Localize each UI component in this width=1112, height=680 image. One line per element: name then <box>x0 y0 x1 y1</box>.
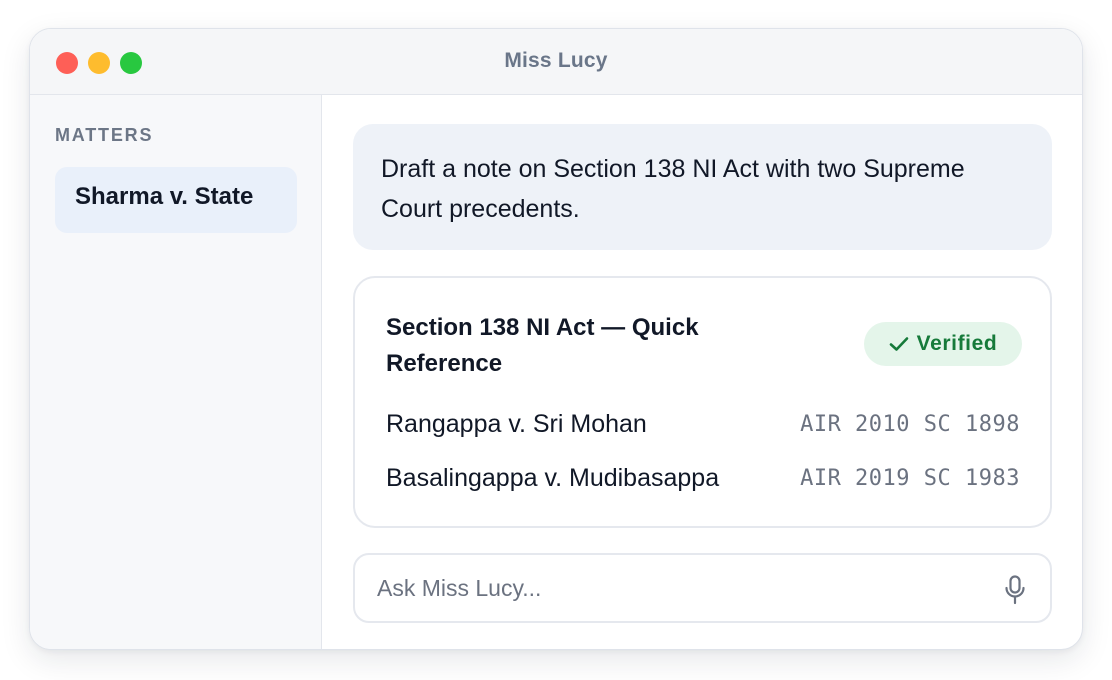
case-citation: AIR 2019 SC 1983 <box>800 465 1020 491</box>
verified-badge: Verified <box>864 322 1022 366</box>
case-name: Rangappa v. Sri Mohan <box>386 409 647 438</box>
sidebar-item-sharma-v-state[interactable]: Sharma v. State <box>55 167 297 233</box>
answer-card: Section 138 NI Act — Quick Reference Ver… <box>353 276 1052 528</box>
case-row: Basalingappa v. Mudibasappa AIR 2019 SC … <box>386 461 1020 495</box>
title-bar: Miss Lucy <box>30 29 1082 95</box>
sidebar-heading: MATTERS <box>55 125 154 145</box>
user-message: Draft a note on Section 138 NI Act with … <box>353 124 1052 250</box>
chat-area: Draft a note on Section 138 NI Act with … <box>322 95 1082 649</box>
verified-badge-label: Verified <box>916 332 998 355</box>
window-title: Miss Lucy <box>504 49 608 72</box>
case-name: Basalingappa v. Mudibasappa <box>386 463 720 492</box>
sidebar: MATTERS Sharma v. State <box>30 95 322 649</box>
microphone-icon[interactable] <box>1004 575 1026 605</box>
check-icon <box>889 337 908 351</box>
app-window: Miss Lucy MATTERS Sharma v. State Draft … <box>29 28 1083 650</box>
case-citation: AIR 2010 SC 1898 <box>800 411 1020 437</box>
message-input[interactable] <box>377 567 977 609</box>
case-row: Rangappa v. Sri Mohan AIR 2010 SC 1898 <box>386 407 1020 441</box>
message-composer <box>353 553 1052 623</box>
answer-title: Section 138 NI Act — Quick Reference <box>386 314 699 377</box>
